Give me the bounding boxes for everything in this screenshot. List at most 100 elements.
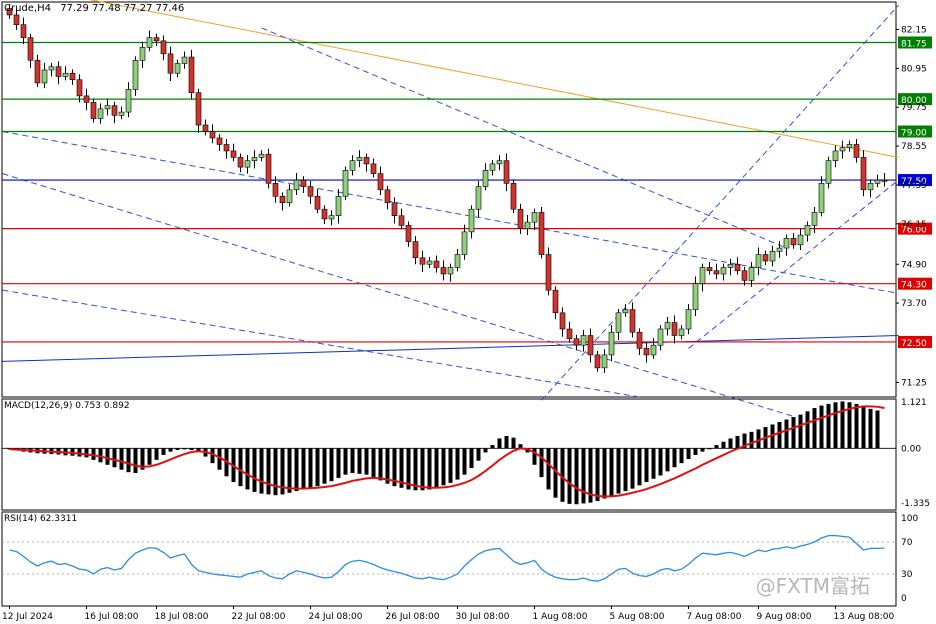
- macd-bar: [609, 448, 614, 497]
- candle-body: [181, 56, 188, 64]
- macd-bar: [686, 448, 691, 460]
- macd-bar: [133, 448, 138, 473]
- macd-bar: [623, 448, 628, 492]
- macd-bar: [700, 448, 705, 452]
- candle-body: [167, 53, 174, 74]
- time-tick-label: 7 Aug 08:00: [687, 612, 742, 622]
- candle-body: [370, 163, 377, 174]
- macd-bar: [721, 441, 726, 449]
- macd-bar: [665, 448, 670, 472]
- candle-body: [363, 157, 370, 165]
- candle-body: [776, 247, 783, 252]
- candle-body: [111, 105, 118, 116]
- candle-body: [657, 328, 664, 346]
- candle-body: [797, 234, 804, 246]
- candle-body: [741, 270, 748, 281]
- macd-bar: [315, 448, 320, 487]
- macd-bar: [672, 448, 677, 468]
- candle-body: [125, 89, 132, 113]
- macd-bar: [301, 448, 306, 490]
- time-tick-label: 9 Aug 08:00: [757, 612, 812, 622]
- candle-body: [678, 328, 685, 336]
- candle-body: [503, 160, 510, 184]
- macd-bar: [616, 448, 621, 494]
- level-tag-label: 79.00: [901, 129, 927, 139]
- time-tick-label: 16 Jul 08:00: [85, 612, 139, 622]
- candle-body: [573, 338, 580, 346]
- candle-body: [34, 59, 41, 84]
- candle-body: [272, 183, 279, 197]
- candle-body: [188, 56, 195, 93]
- candle-body: [55, 66, 62, 77]
- macd-bar: [875, 410, 880, 449]
- rsi-tick-label: 100: [901, 514, 918, 524]
- macd-bar: [637, 448, 642, 486]
- macd-bar: [658, 448, 663, 476]
- candle-body: [832, 150, 839, 161]
- candle-body: [818, 183, 825, 213]
- macd-bar: [826, 403, 831, 449]
- macd-bar: [175, 448, 180, 450]
- candle-body: [839, 147, 846, 152]
- macd-bar: [336, 448, 341, 478]
- macd-bar: [833, 402, 838, 449]
- macd-bar: [805, 411, 810, 449]
- macd-bar: [350, 448, 355, 473]
- candle-body: [783, 238, 790, 249]
- macd-bar: [581, 448, 586, 504]
- rsi-tick-label: 30: [901, 570, 913, 580]
- candle-body: [335, 195, 342, 216]
- time-tick-label: 5 Aug 08:00: [610, 612, 665, 622]
- candle-body: [321, 208, 328, 220]
- macd-bar: [84, 448, 89, 458]
- candle-body: [496, 160, 503, 165]
- price-tick-label: 78.55: [901, 142, 927, 152]
- candle-body: [629, 309, 636, 333]
- candle-body: [279, 195, 286, 204]
- candle-body: [664, 322, 671, 330]
- macd-bar: [364, 448, 369, 475]
- candle-body: [202, 124, 209, 132]
- macd-bar: [434, 448, 439, 488]
- macd-bar: [483, 448, 488, 453]
- price-tick-label: 71.25: [901, 378, 927, 388]
- level-tag-label: 81.75: [901, 39, 927, 49]
- macd-bar: [189, 448, 194, 450]
- macd-bar: [245, 448, 250, 490]
- level-tag-label: 72.50: [901, 339, 927, 349]
- macd-bar: [105, 448, 110, 465]
- macd-tick-label: 1.121: [901, 398, 927, 408]
- candle-body: [860, 157, 867, 191]
- candle-body: [286, 189, 293, 204]
- time-tick-label: 13 Aug 08:00: [834, 612, 895, 622]
- candle-body: [384, 189, 391, 204]
- candle-body: [265, 153, 272, 184]
- macd-bar: [546, 448, 551, 490]
- candle-body: [90, 102, 97, 119]
- price-tick-label: 77.35: [901, 181, 927, 191]
- candle-body: [62, 72, 69, 77]
- time-tick-label: 22 Jul 08:00: [232, 612, 286, 622]
- macd-bar: [504, 436, 509, 449]
- candle-body: [671, 322, 678, 336]
- macd-bar: [539, 448, 544, 478]
- candle-body: [391, 202, 398, 216]
- macd-bar: [126, 448, 131, 473]
- time-tick-label: 30 Jul 08:00: [456, 612, 510, 622]
- macd-bar: [791, 417, 796, 449]
- candle-body: [727, 263, 734, 268]
- macd-bar: [693, 448, 698, 455]
- candle-body: [594, 354, 601, 369]
- candle-body: [300, 179, 307, 187]
- candle-body: [153, 37, 160, 42]
- candle-body: [398, 215, 405, 226]
- candle-body: [461, 231, 468, 255]
- macd-bar: [161, 448, 166, 455]
- candle-body: [762, 254, 769, 262]
- candle-body: [874, 179, 881, 184]
- macd-bar: [511, 437, 516, 449]
- candle-body: [552, 289, 559, 314]
- candle-body: [328, 215, 335, 220]
- candle-body: [230, 150, 237, 158]
- macd-bar: [154, 448, 159, 460]
